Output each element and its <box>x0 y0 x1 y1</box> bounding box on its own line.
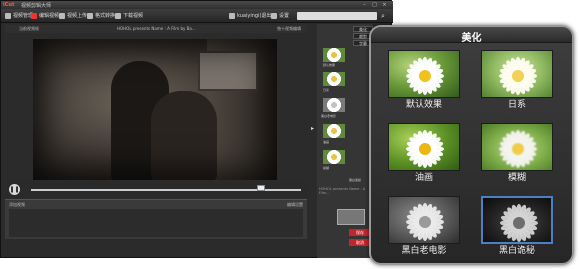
title-bar: iCut 视频剪辑大师 – □ × <box>1 1 393 9</box>
toolbar-user-label: kuaiyingi(退出) <box>237 13 274 19</box>
daisy-flower-icon <box>406 130 444 168</box>
side-thumb-label: 黑白诡秘 <box>349 178 362 182</box>
bottom-right-label[interactable]: 编辑设置 <box>287 202 303 208</box>
play-pause-button[interactable]: ❚❚ <box>9 184 20 195</box>
user-icon <box>229 13 235 19</box>
filter-option-oil[interactable]: 油画 <box>388 123 460 185</box>
filter-label: 黑白老电影 <box>401 246 447 256</box>
filter-label: 油画 <box>414 173 433 183</box>
beauty-filter-popup: 美化 默认效果 日系油画 模糊黑白老电影 黑白诡秘 <box>369 25 574 265</box>
filter-option-bw-old[interactable]: 黑白老电影 <box>388 196 460 258</box>
toolbar-edit-video[interactable]: 编辑视频 <box>31 12 59 20</box>
toolbar-video-manage[interactable]: 视频管理 <box>5 12 33 20</box>
filter-thumbnail <box>388 123 460 171</box>
convert-icon <box>87 13 93 19</box>
toolbar-user[interactable]: kuaiyingi(退出) <box>229 12 273 20</box>
toolbar-label: 视频上传 <box>67 13 88 19</box>
daisy-flower-icon <box>500 204 538 242</box>
toolbar-label: 下载视频 <box>123 13 144 19</box>
search-input[interactable] <box>297 12 377 20</box>
side-filter-thumb[interactable] <box>323 98 345 112</box>
app-title: 视频剪辑大师 <box>21 3 52 9</box>
side-filter-thumb[interactable] <box>323 124 345 138</box>
toolbar-label: 编辑视频 <box>39 13 60 19</box>
toolbar-format-convert[interactable]: 格式转换 <box>87 12 115 20</box>
minimize-icon[interactable]: – <box>361 2 368 8</box>
video-preview[interactable] <box>33 39 277 180</box>
popup-header: 美化 <box>371 27 572 44</box>
bottom-panel: 添加视频 编辑设置 <box>5 199 307 239</box>
gear-icon <box>271 13 277 19</box>
effects-side-panel: 美化 裁剪 字幕 默认效果 日系 黑白老电影 油画 模糊 黑白诡秘 HOHOL … <box>317 24 373 258</box>
filter-thumbnail <box>481 123 553 171</box>
filter-option-bw-mystic[interactable]: 黑白诡秘 <box>481 196 553 258</box>
toolbar-download-video[interactable]: 下载视频 <box>115 12 143 20</box>
video-vignette <box>33 39 277 180</box>
toolbar-label: 格式转换 <box>95 13 116 19</box>
player-right-label[interactable]: 独十视频编辑 <box>277 26 301 32</box>
filter-option-japanese[interactable]: 日系 <box>481 50 553 112</box>
daisy-flower-icon <box>406 57 444 95</box>
daisy-flower-icon <box>406 203 444 241</box>
toolbar-label: 视频管理 <box>13 13 34 19</box>
side-preview-box <box>337 209 365 225</box>
side-video-hint: HOHOL presents Name : A Film... <box>319 187 366 195</box>
daisy-flower-icon <box>499 130 537 168</box>
maximize-icon[interactable]: □ <box>371 2 378 8</box>
player-left-label[interactable]: 当前视频帧 <box>19 26 39 32</box>
folder-icon <box>5 13 11 19</box>
save-button[interactable]: 保存 <box>349 229 371 236</box>
side-thumb-label: 默认效果 <box>323 63 336 67</box>
app-logo: iCut <box>3 2 15 8</box>
player-header: 当前视频帧 HOHOL presents Name : A Film by Ba… <box>5 25 307 33</box>
filter-label: 日系 <box>507 100 526 110</box>
daisy-flower-icon <box>499 57 537 95</box>
side-thumb-label: 黑白老电影 <box>321 114 337 118</box>
side-thumb-label: 油画 <box>323 140 330 144</box>
main-toolbar: 视频管理 编辑视频 视频上传 格式转换 下载视频 kuaiyingi(退出) 设… <box>1 9 393 23</box>
video-editor-window: iCut 视频剪辑大师 – □ × 视频管理 编辑视频 视频上传 格式转换 下载… <box>0 0 393 258</box>
close-icon[interactable]: × <box>381 2 388 8</box>
bottom-left-label[interactable]: 添加视频 <box>9 202 25 208</box>
filter-label: 模糊 <box>507 173 526 183</box>
filter-thumbnail <box>388 50 460 98</box>
filter-thumbnail <box>388 196 460 244</box>
screenshot-stage: iCut 视频剪辑大师 – □ × 视频管理 编辑视频 视频上传 格式转换 下载… <box>0 0 579 269</box>
side-thumb-label: 日系 <box>323 88 330 92</box>
upload-icon <box>59 13 65 19</box>
side-filter-thumb[interactable] <box>323 72 345 86</box>
playback-controls: ❚❚ <box>5 181 307 197</box>
filter-label: 黑白诡秘 <box>498 246 535 256</box>
toolbar-settings[interactable]: 设置 <box>271 12 289 20</box>
filter-option-blur[interactable]: 模糊 <box>481 123 553 185</box>
side-filter-thumb[interactable] <box>323 48 345 62</box>
collapse-arrow-icon[interactable]: ▸ <box>311 125 316 133</box>
scissors-icon <box>31 13 37 19</box>
search-icon[interactable]: ⌕ <box>381 12 389 20</box>
popup-title: 美化 <box>461 33 482 44</box>
toolbar-upload-video[interactable]: 视频上传 <box>59 12 87 20</box>
progress-knob[interactable] <box>257 185 265 191</box>
side-thumb-label: 模糊 <box>323 166 330 170</box>
player-video-title: HOHOL presents Name : A Film by Ba... <box>117 26 196 31</box>
side-filter-thumb[interactable] <box>323 150 345 164</box>
cancel-button[interactable]: 取消 <box>349 239 371 246</box>
filter-thumbnail <box>481 196 553 244</box>
timeline-area[interactable] <box>9 209 303 237</box>
filter-option-normal[interactable]: 默认效果 <box>388 50 460 112</box>
filter-thumbnail <box>481 50 553 98</box>
toolbar-settings-label: 设置 <box>279 13 290 19</box>
filter-label: 默认效果 <box>405 100 442 110</box>
download-icon <box>115 13 121 19</box>
